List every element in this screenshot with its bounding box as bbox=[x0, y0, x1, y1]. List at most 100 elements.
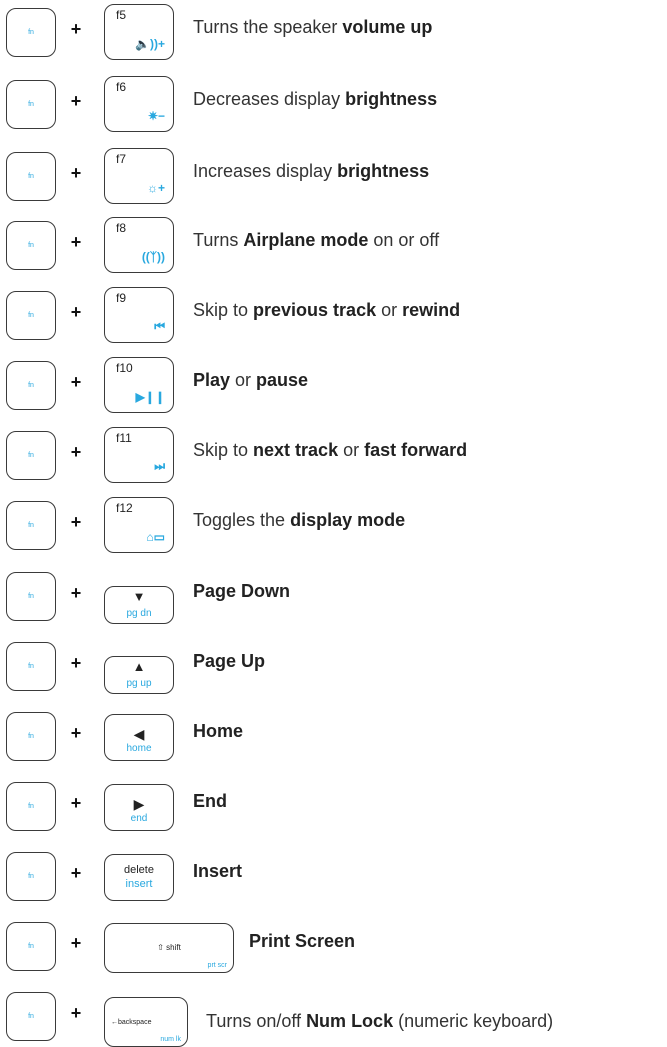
shortcut-description: Print Screen bbox=[249, 931, 355, 952]
fn-key-label: fn bbox=[28, 943, 34, 950]
function-key-label: f6 bbox=[116, 80, 127, 94]
description-bold-text: display mode bbox=[290, 510, 406, 530]
fn-key-label: fn bbox=[28, 663, 34, 670]
description-text: Turns bbox=[193, 230, 244, 250]
plus-sign: + bbox=[70, 793, 82, 813]
fn-key: fn bbox=[6, 80, 56, 129]
shortcut-description: Insert bbox=[193, 861, 242, 882]
description-bold-text: brightness bbox=[337, 161, 430, 181]
shortcut-row: fn + delete insert Insert bbox=[0, 845, 667, 907]
description-bold-text: Page Up bbox=[193, 651, 266, 671]
description-bold-text: previous track bbox=[253, 300, 377, 320]
shortcut-row: fn + f6 ✷− Decreases display brightness bbox=[0, 73, 667, 135]
description-bold-text: Print Screen bbox=[249, 931, 356, 951]
fn-key: fn bbox=[6, 221, 56, 270]
plus-sign: + bbox=[70, 1003, 82, 1023]
shortcut-description: Page Down bbox=[193, 581, 290, 602]
function-key-f11: f11 ⏭ bbox=[104, 427, 174, 483]
shortcut-description: Toggles the display mode bbox=[193, 510, 405, 531]
shortcut-description: Skip to previous track or rewind bbox=[193, 300, 460, 321]
fn-key: fn bbox=[6, 361, 56, 410]
description-bold-text: Home bbox=[193, 721, 244, 741]
shortcut-row: fn + f10 ▶❙❙ Play or pause bbox=[0, 354, 667, 416]
plus-sign: + bbox=[70, 372, 82, 392]
shortcut-description: Decreases display brightness bbox=[193, 89, 437, 110]
fn-key: fn bbox=[6, 922, 56, 971]
function-key-label: f7 bbox=[116, 152, 127, 166]
display-mode-icon: ⌂▭ bbox=[146, 530, 165, 544]
fn-key: fn bbox=[6, 431, 56, 480]
shortcut-description: Increases display brightness bbox=[193, 161, 429, 182]
arrow-up-icon: ▲ bbox=[132, 659, 146, 674]
shortcut-row: fn + ▶ end End bbox=[0, 775, 667, 837]
function-key-f5: f5 🔈))+ bbox=[104, 4, 174, 60]
shift-key: ⇧ shift prt scr bbox=[104, 923, 234, 973]
shortcut-description: Page Up bbox=[193, 651, 265, 672]
fn-key-label: fn bbox=[28, 1013, 34, 1020]
fn-key: fn bbox=[6, 291, 56, 340]
key-pg-up: ▲ pg up bbox=[104, 656, 174, 694]
function-key-f10: f10 ▶❙❙ bbox=[104, 357, 174, 413]
description-bold-text: next track bbox=[253, 440, 339, 460]
description-text: Increases display bbox=[193, 161, 338, 181]
description-text: or bbox=[230, 370, 257, 390]
fn-key: fn bbox=[6, 992, 56, 1041]
key-sub-label: pg up bbox=[126, 678, 152, 689]
plus-sign: + bbox=[70, 863, 82, 883]
description-text: Toggles the bbox=[193, 510, 291, 530]
shortcut-row: fn + ←backspace num lk Turns on/off Num Lock… bbox=[0, 985, 667, 1047]
key-end: ▶ end bbox=[104, 784, 174, 831]
shortcut-row: fn + ▲ pg up Page Up bbox=[0, 635, 667, 697]
fn-key-label: fn bbox=[28, 593, 34, 600]
description-bold-text: Insert bbox=[193, 861, 243, 881]
fn-key: fn bbox=[6, 152, 56, 201]
shortcut-row: fn + f7 ☼+ Increases display brightness bbox=[0, 145, 667, 207]
plus-sign: + bbox=[70, 933, 82, 953]
plus-sign: + bbox=[70, 512, 82, 532]
key-sub-label: prt scr bbox=[207, 962, 227, 969]
shortcut-row: fn + ⇧ shift prt scr Print Screen bbox=[0, 915, 667, 977]
plus-sign: + bbox=[70, 583, 82, 603]
fn-key: fn bbox=[6, 712, 56, 761]
key-main-label: ⇧ shift bbox=[157, 943, 181, 952]
arrow-right-icon: ▶ bbox=[133, 796, 145, 812]
description-text: Skip to bbox=[193, 440, 254, 460]
function-key-label: f9 bbox=[116, 291, 127, 305]
key-main-label: delete bbox=[124, 864, 154, 876]
description-text: or bbox=[338, 440, 365, 460]
fn-key: fn bbox=[6, 642, 56, 691]
description-bold-text: Num Lock bbox=[306, 1011, 394, 1031]
shortcut-row: fn + ◀ home Home bbox=[0, 705, 667, 767]
shortcut-description: End bbox=[193, 791, 227, 812]
shortcut-row: fn + ▼ pg dn Page Down bbox=[0, 565, 667, 627]
fn-key: fn bbox=[6, 852, 56, 901]
shortcut-row: fn + f11 ⏭ Skip to next track or fast forwar… bbox=[0, 424, 667, 486]
fn-key-label: fn bbox=[28, 312, 34, 319]
description-bold-text: Play bbox=[193, 370, 231, 390]
brightness-up-icon: ☼+ bbox=[146, 181, 165, 195]
description-bold-text: Page Down bbox=[193, 581, 291, 601]
backspace-key: ←backspace num lk bbox=[104, 997, 188, 1047]
key-home: ◀ home bbox=[104, 714, 174, 761]
fn-key-label: fn bbox=[28, 382, 34, 389]
shortcut-description: Turns on/off Num Lock (numeric keyboard) bbox=[206, 1011, 553, 1032]
description-bold-text: volume up bbox=[342, 17, 433, 37]
brightness-down-icon: ✷− bbox=[147, 109, 165, 123]
description-text: or bbox=[376, 300, 403, 320]
fn-key-label: fn bbox=[28, 803, 34, 810]
shortcut-description: Home bbox=[193, 721, 243, 742]
description-bold-text: brightness bbox=[345, 89, 438, 109]
shortcut-row: fn + f5 🔈))+ Turns the speaker volume up bbox=[0, 1, 667, 63]
description-text: Turns the speaker bbox=[193, 17, 343, 37]
plus-sign: + bbox=[70, 653, 82, 673]
function-key-label: f8 bbox=[116, 221, 127, 235]
function-key-label: f10 bbox=[116, 361, 133, 375]
description-bold-text: fast forward bbox=[364, 440, 468, 460]
description-text: Decreases display bbox=[193, 89, 346, 109]
description-bold-text: End bbox=[193, 791, 227, 811]
fn-key-label: fn bbox=[28, 873, 34, 880]
description-text: Turns on/off bbox=[206, 1011, 307, 1031]
plus-sign: + bbox=[70, 163, 82, 183]
fn-key-label: fn bbox=[28, 242, 34, 249]
arrow-left-icon: ◀ bbox=[133, 726, 145, 742]
